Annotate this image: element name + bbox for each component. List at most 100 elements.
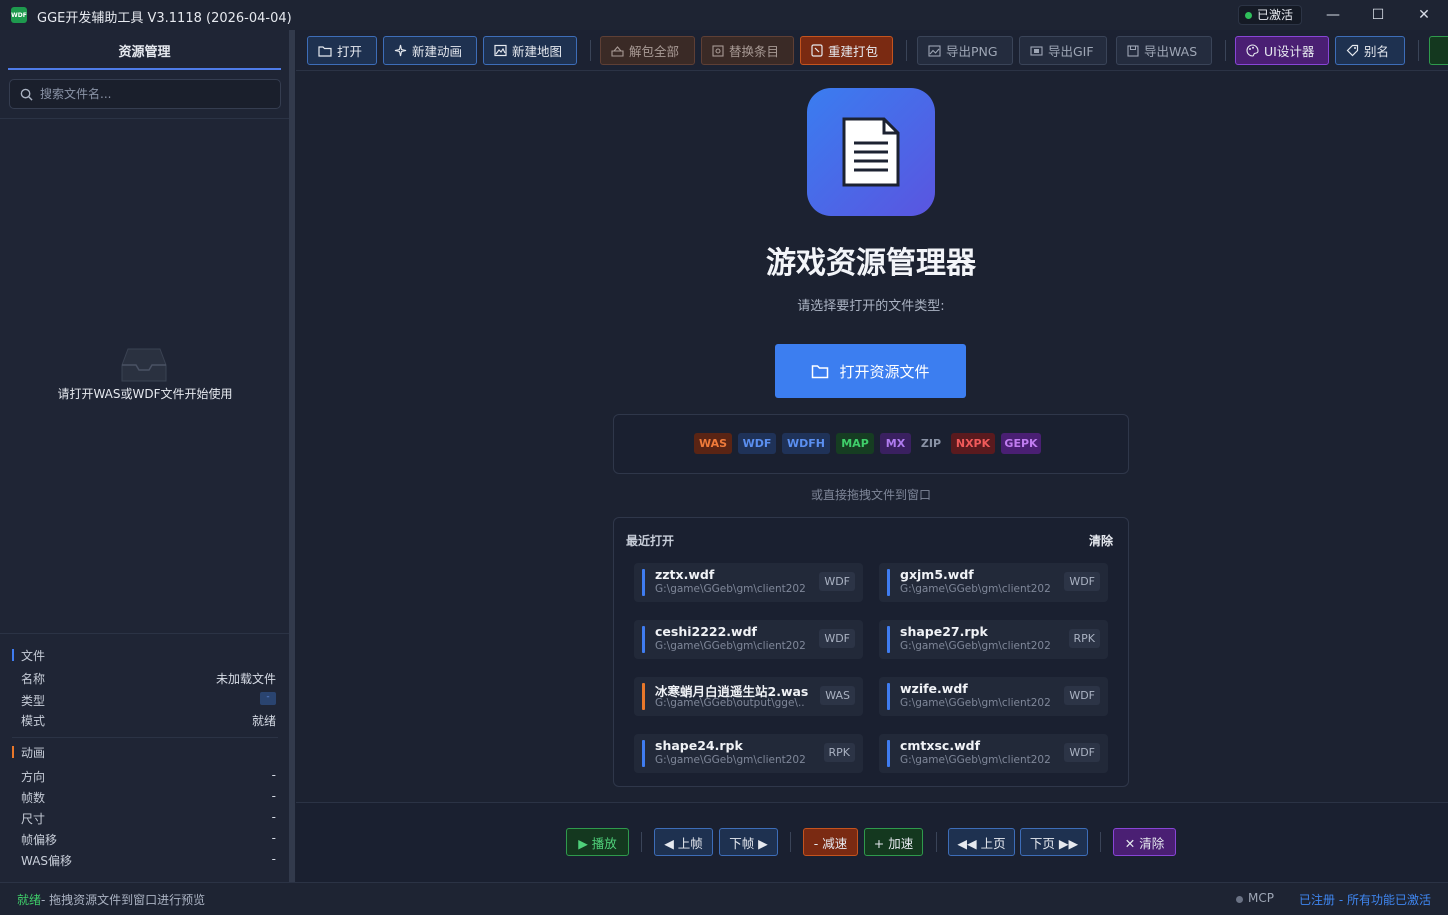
recent-file-item[interactable]: gxjm5.wdf G:\game\GGeb\gm\client202... WDF bbox=[879, 563, 1108, 602]
document-icon bbox=[807, 88, 935, 216]
prev-page-button[interactable]: ◀◀ 上页 bbox=[948, 828, 1015, 856]
unpack-all-button[interactable]: 解包全部 bbox=[600, 36, 695, 65]
file-type-chip: ZIP bbox=[920, 437, 942, 450]
prop-row-mode: 模式 就绪 bbox=[21, 714, 276, 728]
next-page-button[interactable]: 下页 ▶▶ bbox=[1020, 828, 1088, 856]
search-box bbox=[9, 79, 281, 109]
file-type-chip: WAS bbox=[694, 433, 732, 454]
faster-button[interactable]: + 加速 bbox=[864, 828, 923, 856]
next-frame-button[interactable]: 下帧 ▶ bbox=[719, 828, 778, 856]
folder-icon bbox=[812, 364, 829, 378]
prop-row-frames: 帧数 - bbox=[21, 789, 276, 805]
maximize-icon: ☐ bbox=[1371, 7, 1385, 23]
recent-file-item[interactable]: ceshi2222.wdf G:\game\GGeb\gm\client202..… bbox=[634, 620, 863, 659]
new-map-button[interactable]: 新建地图 bbox=[483, 36, 577, 65]
file-type-chip: GEPK bbox=[1001, 433, 1041, 454]
play-button[interactable]: ▶ 播放 bbox=[566, 828, 629, 856]
app-logo-icon: WDF bbox=[11, 7, 27, 23]
maximize-button[interactable]: ☐ bbox=[1355, 0, 1401, 30]
empty-state-text: 请打开WAS或WDF文件开始使用 bbox=[57, 387, 233, 401]
recent-file-path: G:\game\GGeb\gm\client202... bbox=[655, 640, 805, 652]
prop-row-size: 尺寸 - bbox=[21, 810, 276, 826]
overflow-green-button[interactable] bbox=[1429, 36, 1448, 65]
recent-file-item[interactable]: wzife.wdf G:\game\GGeb\gm\client202... WDF bbox=[879, 677, 1108, 716]
recent-file-name: ceshi2222.wdf bbox=[655, 624, 757, 639]
recent-file-type-badge: RPK bbox=[1068, 629, 1100, 648]
prop-row-type: 类型 - bbox=[21, 692, 276, 709]
search-input[interactable] bbox=[40, 87, 270, 101]
replace-icon bbox=[712, 44, 724, 57]
new-animation-button[interactable]: 新建动画 bbox=[383, 36, 477, 65]
sparkle-icon bbox=[394, 44, 407, 57]
clear-button[interactable]: ✕ 清除 bbox=[1113, 828, 1176, 856]
export-gif-button[interactable]: 导出GIF bbox=[1019, 36, 1107, 65]
film-icon bbox=[1030, 45, 1043, 56]
recent-file-type-badge: WAS bbox=[820, 686, 855, 705]
open-resource-file-button[interactable]: 打开资源文件 bbox=[775, 344, 966, 398]
title-bar: WDF GGE开发辅助工具 V3.1118 (2026-04-04) 已激活 —… bbox=[0, 0, 1448, 30]
recent-file-item[interactable]: 冰寒蛸月白逍遥生站2.was G:\game\GGeb\output\gge\..… bbox=[634, 677, 863, 716]
mcp-status[interactable]: MCP bbox=[1248, 891, 1274, 905]
export-png-button[interactable]: 导出PNG bbox=[917, 36, 1013, 65]
recent-file-path: G:\game\GGeb\output\gge\... bbox=[655, 697, 805, 709]
recent-file-path: G:\game\GGeb\gm\client202... bbox=[655, 754, 805, 766]
section-accent-bar bbox=[12, 649, 14, 661]
minimize-icon: — bbox=[1326, 7, 1340, 23]
recent-file-name: cmtxsc.wdf bbox=[900, 738, 981, 753]
file-type-chip: WDF bbox=[738, 433, 776, 454]
page-title: 游戏资源管理器 bbox=[766, 246, 976, 281]
playback-separator bbox=[790, 832, 791, 852]
recent-file-type-badge: WDF bbox=[819, 572, 855, 591]
recent-file-name: gxjm5.wdf bbox=[900, 567, 974, 582]
image-icon bbox=[928, 44, 941, 57]
registration-status[interactable]: 已注册 - 所有功能已激活 bbox=[1299, 891, 1431, 908]
recent-file-type-badge: RPK bbox=[823, 743, 855, 762]
recent-file-path: G:\game\GGeb\gm\client202... bbox=[900, 640, 1050, 652]
toolbar-separator bbox=[1418, 40, 1419, 61]
mcp-status-dot-icon bbox=[1236, 896, 1243, 903]
activation-label: 已激活 bbox=[1257, 8, 1294, 22]
recent-file-item[interactable]: shape24.rpk G:\game\GGeb\gm\client202... R… bbox=[634, 734, 863, 773]
playback-separator bbox=[641, 832, 642, 852]
file-accent-bar bbox=[642, 569, 645, 596]
empty-inbox-icon bbox=[121, 348, 167, 382]
prop-row-frame-offset: 帧偏移 - bbox=[21, 831, 276, 847]
recent-clear-button[interactable]: 清除 bbox=[1089, 532, 1113, 549]
alias-button[interactable]: 别名 bbox=[1335, 36, 1405, 65]
search-icon bbox=[20, 88, 33, 101]
export-was-button[interactable]: 导出WAS bbox=[1116, 36, 1212, 65]
file-type-chip: MX bbox=[880, 433, 911, 454]
recent-file-item[interactable]: shape27.rpk G:\game\GGeb\gm\client202... R… bbox=[879, 620, 1108, 659]
file-accent-bar bbox=[887, 683, 890, 710]
recent-file-type-badge: WDF bbox=[819, 629, 855, 648]
file-accent-bar bbox=[887, 569, 890, 596]
tab-resource-manager[interactable]: 资源管理 bbox=[8, 40, 281, 70]
recent-file-type-badge: WDF bbox=[1064, 686, 1100, 705]
save-icon bbox=[1127, 44, 1139, 57]
recent-file-item[interactable]: cmtxsc.wdf G:\game\GGeb\gm\client202... WD… bbox=[879, 734, 1108, 773]
toolbar-separator bbox=[1225, 40, 1226, 61]
window-title: GGE开发辅助工具 V3.1118 (2026-04-04) bbox=[37, 11, 292, 26]
ui-designer-button[interactable]: UI设计器 bbox=[1235, 36, 1329, 65]
minimize-button[interactable]: — bbox=[1310, 0, 1356, 30]
toolbar: 打开 新建动画 新建地图 解包全部 替换条目 重建打包 导出PNG 导出GIF … bbox=[296, 30, 1448, 71]
toolbar-separator bbox=[590, 40, 591, 61]
page-subtitle: 请选择要打开的文件类型: bbox=[797, 299, 945, 314]
tag-icon bbox=[1346, 44, 1359, 57]
prev-frame-button[interactable]: ◀ 上帧 bbox=[654, 828, 713, 856]
status-ready: 就绪 bbox=[17, 893, 42, 907]
replace-entry-button[interactable]: 替换条目 bbox=[701, 36, 794, 65]
file-accent-bar bbox=[887, 626, 890, 653]
file-accent-bar bbox=[642, 740, 645, 767]
sidebar-splitter[interactable] bbox=[289, 30, 295, 882]
repack-button[interactable]: 重建打包 bbox=[800, 36, 893, 65]
status-message: - 拖拽资源文件到窗口进行预览 bbox=[41, 893, 206, 907]
recent-file-type-badge: WDF bbox=[1064, 743, 1100, 762]
toolbar-separator bbox=[906, 40, 907, 61]
recent-file-name: shape24.rpk bbox=[655, 738, 743, 753]
close-button[interactable]: ✕ bbox=[1401, 0, 1447, 30]
open-button[interactable]: 打开 bbox=[307, 36, 377, 65]
slower-button[interactable]: - 减速 bbox=[803, 828, 858, 856]
recent-file-path: G:\game\GGeb\gm\client202... bbox=[900, 583, 1050, 595]
recent-file-item[interactable]: zztx.wdf G:\game\GGeb\gm\client202... WDF bbox=[634, 563, 863, 602]
